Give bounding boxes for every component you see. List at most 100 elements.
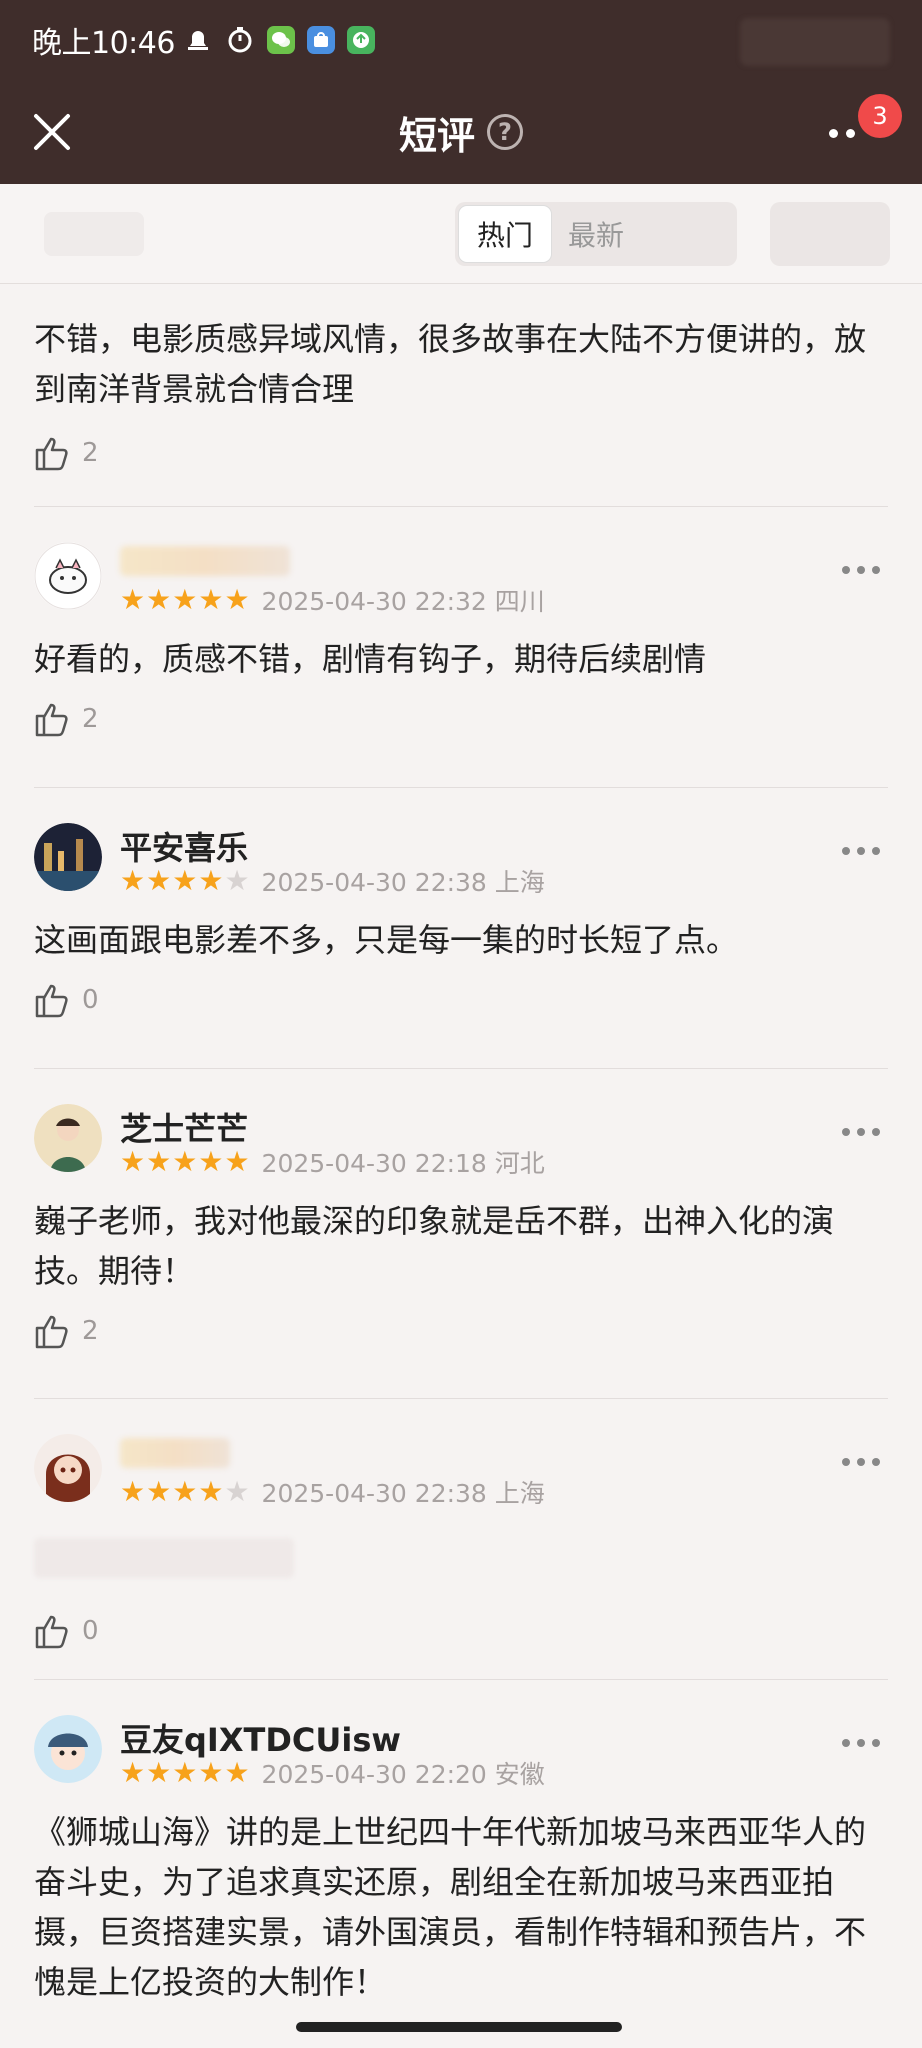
star-icon: ★ [120,1475,146,1508]
star-icon: ★ [120,583,146,616]
upload-icon [346,26,375,54]
review-more-button[interactable] [842,1128,880,1136]
thumbs-up-icon [35,984,68,1018]
star-icon: ★ [198,1145,224,1178]
star-icon: ★ [146,1756,172,1789]
review-time-location: 2025-04-30 22:32 四川 [261,587,545,616]
review-item: 芝士芒芒 ★ ★ ★ ★ ★ 2025-04-30 22:18 河北 巍子老师，我对他最… [34,1104,888,1350]
divider [34,1679,888,1680]
status-right-area [740,18,890,66]
notification-badge: 3 [858,94,902,138]
like-button[interactable]: 2 [34,700,888,738]
star-icon: ★ [120,864,146,897]
status-icons [183,25,375,55]
rating-stars: ★ ★ ★ ★ ★ [120,1148,250,1176]
review-item: ★ ★ ★ ★ ★ 2025-04-30 22:38 上海 0 [34,1434,888,1650]
star-icon: ★ [172,583,198,616]
like-count: 0 [82,985,99,1015]
like-button[interactable]: 0 [34,981,888,1019]
divider [34,506,888,507]
timer-icon [225,25,255,55]
thumbs-up-icon [35,703,68,737]
review-meta: ★ ★ ★ ★ ★ 2025-04-30 22:32 四川 [120,582,545,618]
wechat-icon [266,26,295,54]
avatar[interactable] [34,1715,102,1783]
like-button[interactable]: 2 [34,434,888,472]
review-time-location: 2025-04-30 22:38 上海 [261,868,545,897]
star-icon: ★ [172,1756,198,1789]
user-name[interactable] [120,1438,230,1468]
star-icon: ★ [146,1145,172,1178]
alarm-icon [183,25,213,55]
review-time-location: 2025-04-30 22:18 河北 [261,1149,545,1178]
star-empty-icon: ★ [224,1475,250,1508]
rating-stars: ★ ★ ★ ★ ★ [120,1478,250,1506]
avatar[interactable] [34,823,102,891]
rating-stars: ★ ★ ★ ★ ★ [120,867,250,895]
page-title-group: 短评 ? [399,105,523,160]
close-icon [34,114,70,150]
bag-icon [306,26,335,54]
sort-segment: 热门 最新 [455,202,737,266]
review-time-location: 2025-04-30 22:20 安徽 [261,1760,545,1789]
divider [34,787,888,788]
review-time-location: 2025-04-30 22:38 上海 [261,1479,545,1508]
star-icon: ★ [172,1145,198,1178]
avatar[interactable] [34,1104,102,1172]
star-icon: ★ [198,583,224,616]
rating-stars: ★ ★ ★ ★ ★ [120,586,250,614]
filter-placeholder [44,212,144,256]
star-icon: ★ [146,864,172,897]
review-meta: ★ ★ ★ ★ ★ 2025-04-30 22:18 河北 [120,1144,545,1180]
close-button[interactable] [24,104,80,160]
review-more-button[interactable] [842,1458,880,1466]
review-item: 豆友qIXTDCUisw ★ ★ ★ ★ ★ 2025-04-30 22:20 安徽 《… [34,1715,888,2007]
more-dot-icon [846,128,855,138]
tab-bar: 热门 最新 [0,184,922,284]
review-meta: ★ ★ ★ ★ ★ 2025-04-30 22:38 上海 [120,863,545,899]
divider [34,1068,888,1069]
review-text: 好看的，质感不错，剧情有钩子，期待后续剧情 [34,640,707,678]
star-icon: ★ [146,1475,172,1508]
star-icon: ★ [120,1756,146,1789]
star-empty-icon: ★ [224,864,250,897]
rating-stars: ★ ★ ★ ★ ★ [120,1759,250,1787]
status-time: 晚上10:46 [32,26,175,61]
review-item: 不错，电影质感异域风情，很多故事在大陆不方便讲的，放到南洋背景就合情合理 2 [34,314,888,472]
divider [34,1398,888,1399]
thumbs-up-icon [35,1315,68,1349]
avatar[interactable] [34,1434,102,1502]
review-text: 《狮城山海》讲的是上世纪四十年代新加坡马来西亚华人的奋斗史，为了追求真实还原，剧… [34,1813,867,2001]
star-icon: ★ [198,864,224,897]
star-icon: ★ [172,864,198,897]
review-text: 不错，电影质感异域风情，很多故事在大陆不方便讲的，放到南洋背景就合情合理 [34,320,867,408]
thumbs-up-icon [35,1615,68,1649]
tab-hot[interactable]: 热门 [458,205,552,263]
like-count: 2 [82,704,99,734]
review-more-button[interactable] [842,1739,880,1747]
star-icon: ★ [198,1756,224,1789]
review-more-button[interactable] [842,847,880,855]
user-name[interactable] [120,546,290,576]
review-meta: ★ ★ ★ ★ ★ 2025-04-30 22:20 安徽 [120,1755,545,1791]
star-icon: ★ [120,1145,146,1178]
home-indicator[interactable] [296,2022,622,2032]
review-text [34,1538,294,1578]
like-count: 2 [82,438,99,468]
thumbs-up-icon [35,437,68,471]
tab-latest[interactable]: 最新 [552,205,640,263]
like-button[interactable]: 2 [34,1312,888,1350]
like-count: 0 [82,1616,99,1646]
top-bar: 晚上10:46 短评 ? 3 [0,0,922,184]
write-review-button[interactable] [770,202,890,266]
avatar[interactable] [34,542,102,610]
review-header: ★ ★ ★ ★ ★ 2025-04-30 22:38 上海 [34,1434,888,1508]
review-meta: ★ ★ ★ ★ ★ 2025-04-30 22:38 上海 [120,1474,545,1510]
help-icon[interactable]: ? [487,114,523,150]
review-more-button[interactable] [842,566,880,574]
like-button[interactable]: 0 [34,1612,888,1650]
star-icon: ★ [172,1475,198,1508]
star-icon: ★ [198,1475,224,1508]
review-text: 这画面跟电影差不多，只是每一集的时长短了点。 [34,921,739,959]
review-header: ★ ★ ★ ★ ★ 2025-04-30 22:32 四川 [34,542,888,616]
